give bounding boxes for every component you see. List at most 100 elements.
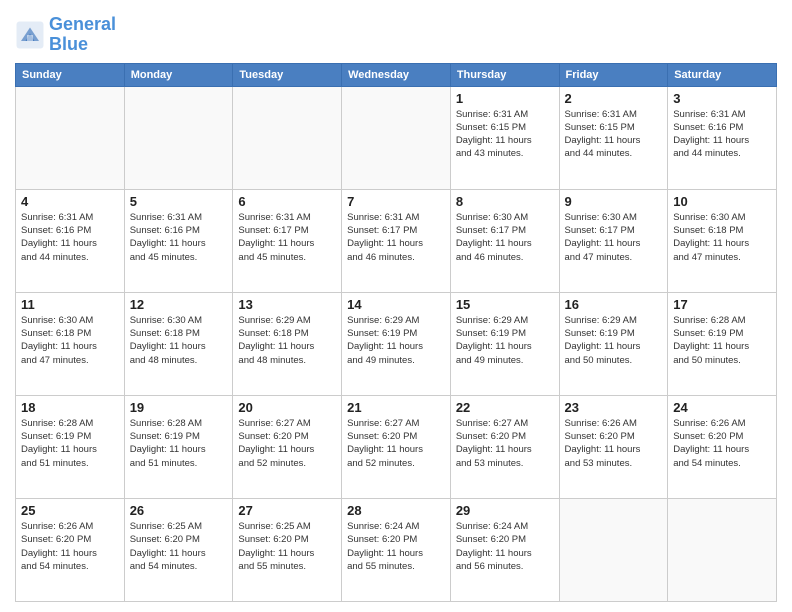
day-info: Sunrise: 6:30 AM Sunset: 6:18 PM Dayligh…: [130, 314, 228, 367]
calendar-cell: 12 Sunrise: 6:30 AM Sunset: 6:18 PM Dayli…: [124, 292, 233, 395]
day-info: Sunrise: 6:31 AM Sunset: 6:16 PM Dayligh…: [21, 211, 119, 264]
day-number: 20: [238, 400, 336, 415]
day-header-tuesday: Tuesday: [233, 63, 342, 86]
calendar-cell: 15Sunrise: 6:29 AM Sunset: 6:19 PM Dayli…: [450, 292, 559, 395]
calendar-cell: [342, 86, 451, 189]
calendar-cell: 1 Sunrise: 6:31 AM Sunset: 6:15 PM Daylig…: [450, 86, 559, 189]
day-number: 16: [565, 297, 663, 312]
day-number: 27: [238, 503, 336, 518]
day-number: 18: [21, 400, 119, 415]
day-info: Sunrise: 6:29 AM Sunset: 6:19 PM Dayligh…: [347, 314, 445, 367]
logo: General Blue: [15, 15, 116, 55]
day-info: Sunrise: 6:30 AM Sunset: 6:17 PM Dayligh…: [565, 211, 663, 264]
day-info: Sunrise: 6:31 AM Sunset: 6:17 PM Dayligh…: [347, 211, 445, 264]
calendar-cell: 23Sunrise: 6:26 AM Sunset: 6:20 PM Dayli…: [559, 395, 668, 498]
day-number: 9: [565, 194, 663, 209]
day-info: Sunrise: 6:27 AM Sunset: 6:20 PM Dayligh…: [347, 417, 445, 470]
day-info: Sunrise: 6:25 AM Sunset: 6:20 PM Dayligh…: [238, 520, 336, 573]
day-info: Sunrise: 6:28 AM Sunset: 6:19 PM Dayligh…: [673, 314, 771, 367]
day-number: 1: [456, 91, 554, 106]
calendar-week-row: 25 Sunrise: 6:26 AM Sunset: 6:20 PM Dayli…: [16, 498, 777, 601]
calendar-cell: 27 Sunrise: 6:25 AM Sunset: 6:20 PM Dayli…: [233, 498, 342, 601]
calendar-week-row: 18 Sunrise: 6:28 AM Sunset: 6:19 PM Dayli…: [16, 395, 777, 498]
calendar-cell: 13 Sunrise: 6:29 AM Sunset: 6:18 PM Dayli…: [233, 292, 342, 395]
calendar-cell: 24 Sunrise: 6:26 AM Sunset: 6:20 PM Dayli…: [668, 395, 777, 498]
calendar-cell: 29 Sunrise: 6:24 AM Sunset: 6:20 PM Dayli…: [450, 498, 559, 601]
day-number: 28: [347, 503, 445, 518]
day-info: Sunrise: 6:25 AM Sunset: 6:20 PM Dayligh…: [130, 520, 228, 573]
day-header-thursday: Thursday: [450, 63, 559, 86]
day-info: Sunrise: 6:30 AM Sunset: 6:17 PM Dayligh…: [456, 211, 554, 264]
day-number: 23: [565, 400, 663, 415]
day-number: 11: [21, 297, 119, 312]
calendar-cell: [668, 498, 777, 601]
calendar-cell: [16, 86, 125, 189]
day-number: 2: [565, 91, 663, 106]
day-info: Sunrise: 6:27 AM Sunset: 6:20 PM Dayligh…: [238, 417, 336, 470]
day-number: 13: [238, 297, 336, 312]
day-number: 24: [673, 400, 771, 415]
header: General Blue: [15, 15, 777, 55]
day-number: 6: [238, 194, 336, 209]
calendar-cell: 17 Sunrise: 6:28 AM Sunset: 6:19 PM Dayli…: [668, 292, 777, 395]
calendar-cell: 5Sunrise: 6:31 AM Sunset: 6:16 PM Daylig…: [124, 189, 233, 292]
day-info: Sunrise: 6:30 AM Sunset: 6:18 PM Dayligh…: [21, 314, 119, 367]
calendar-week-row: 4 Sunrise: 6:31 AM Sunset: 6:16 PM Daylig…: [16, 189, 777, 292]
day-info: Sunrise: 6:29 AM Sunset: 6:19 PM Dayligh…: [565, 314, 663, 367]
calendar-cell: 26 Sunrise: 6:25 AM Sunset: 6:20 PM Dayli…: [124, 498, 233, 601]
day-number: 3: [673, 91, 771, 106]
calendar-cell: 19 Sunrise: 6:28 AM Sunset: 6:19 PM Dayli…: [124, 395, 233, 498]
day-number: 4: [21, 194, 119, 209]
calendar-cell: 10Sunrise: 6:30 AM Sunset: 6:18 PM Dayli…: [668, 189, 777, 292]
day-number: 22: [456, 400, 554, 415]
day-info: Sunrise: 6:31 AM Sunset: 6:15 PM Dayligh…: [565, 108, 663, 161]
day-info: Sunrise: 6:31 AM Sunset: 6:16 PM Dayligh…: [673, 108, 771, 161]
logo-text: General Blue: [49, 15, 116, 55]
day-number: 12: [130, 297, 228, 312]
calendar-cell: 22 Sunrise: 6:27 AM Sunset: 6:20 PM Dayli…: [450, 395, 559, 498]
calendar-cell: 3 Sunrise: 6:31 AM Sunset: 6:16 PM Daylig…: [668, 86, 777, 189]
calendar-cell: 28 Sunrise: 6:24 AM Sunset: 6:20 PM Dayli…: [342, 498, 451, 601]
day-info: Sunrise: 6:28 AM Sunset: 6:19 PM Dayligh…: [130, 417, 228, 470]
calendar-cell: 21 Sunrise: 6:27 AM Sunset: 6:20 PM Dayli…: [342, 395, 451, 498]
calendar-cell: 2 Sunrise: 6:31 AM Sunset: 6:15 PM Daylig…: [559, 86, 668, 189]
day-number: 15: [456, 297, 554, 312]
day-number: 14: [347, 297, 445, 312]
day-info: Sunrise: 6:26 AM Sunset: 6:20 PM Dayligh…: [21, 520, 119, 573]
calendar-cell: 25 Sunrise: 6:26 AM Sunset: 6:20 PM Dayli…: [16, 498, 125, 601]
logo-icon: [15, 20, 45, 50]
calendar-header-row: SundayMondayTuesdayWednesdayThursdayFrid…: [16, 63, 777, 86]
day-info: Sunrise: 6:24 AM Sunset: 6:20 PM Dayligh…: [456, 520, 554, 573]
day-info: Sunrise: 6:31 AM Sunset: 6:15 PM Dayligh…: [456, 108, 554, 161]
calendar-cell: 18Sunrise: 6:28 AM Sunset: 6:19 PM Dayli…: [16, 395, 125, 498]
page: General Blue SundayMondayTuesdayWednesda…: [0, 0, 792, 612]
calendar-cell: 14 Sunrise: 6:29 AM Sunset: 6:19 PM Dayli…: [342, 292, 451, 395]
day-header-wednesday: Wednesday: [342, 63, 451, 86]
day-info: Sunrise: 6:31 AM Sunset: 6:16 PM Dayligh…: [130, 211, 228, 264]
calendar-cell: 8 Sunrise: 6:30 AM Sunset: 6:17 PM Daylig…: [450, 189, 559, 292]
calendar-cell: [233, 86, 342, 189]
day-info: Sunrise: 6:29 AM Sunset: 6:18 PM Dayligh…: [238, 314, 336, 367]
calendar-cell: 20 Sunrise: 6:27 AM Sunset: 6:20 PM Dayli…: [233, 395, 342, 498]
day-number: 26: [130, 503, 228, 518]
calendar-cell: 4 Sunrise: 6:31 AM Sunset: 6:16 PM Daylig…: [16, 189, 125, 292]
calendar-week-row: 11 Sunrise: 6:30 AM Sunset: 6:18 PM Dayli…: [16, 292, 777, 395]
calendar-cell: 6Sunrise: 6:31 AM Sunset: 6:17 PM Daylig…: [233, 189, 342, 292]
day-header-sunday: Sunday: [16, 63, 125, 86]
day-number: 25: [21, 503, 119, 518]
day-number: 29: [456, 503, 554, 518]
day-info: Sunrise: 6:26 AM Sunset: 6:20 PM Dayligh…: [673, 417, 771, 470]
day-number: 8: [456, 194, 554, 209]
day-header-monday: Monday: [124, 63, 233, 86]
calendar-table: SundayMondayTuesdayWednesdayThursdayFrid…: [15, 63, 777, 602]
day-info: Sunrise: 6:24 AM Sunset: 6:20 PM Dayligh…: [347, 520, 445, 573]
calendar-cell: 9 Sunrise: 6:30 AM Sunset: 6:17 PM Daylig…: [559, 189, 668, 292]
calendar-cell: 11 Sunrise: 6:30 AM Sunset: 6:18 PM Dayli…: [16, 292, 125, 395]
day-header-saturday: Saturday: [668, 63, 777, 86]
calendar-cell: [124, 86, 233, 189]
day-number: 19: [130, 400, 228, 415]
day-number: 21: [347, 400, 445, 415]
day-info: Sunrise: 6:27 AM Sunset: 6:20 PM Dayligh…: [456, 417, 554, 470]
calendar-cell: 16 Sunrise: 6:29 AM Sunset: 6:19 PM Dayli…: [559, 292, 668, 395]
day-number: 17: [673, 297, 771, 312]
